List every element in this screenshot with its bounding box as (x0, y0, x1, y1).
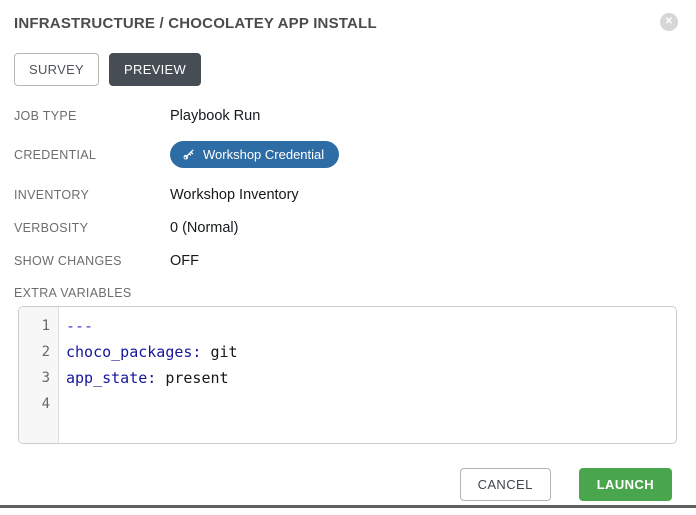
line-number: 2 (19, 339, 50, 365)
detail-row-verbosity: VERBOSITY 0 (Normal) (14, 220, 696, 236)
show-changes-label: SHOW CHANGES (14, 254, 170, 268)
job-type-label: JOB TYPE (14, 109, 170, 123)
yaml-doc-start: --- (66, 317, 93, 335)
launch-button[interactable]: LAUNCH (579, 468, 672, 501)
verbosity-value: 0 (Normal) (170, 220, 238, 236)
cancel-button[interactable]: CANCEL (460, 468, 551, 501)
detail-row-show-changes: SHOW CHANGES OFF (14, 253, 696, 269)
line-number: 3 (19, 365, 50, 391)
credential-tag[interactable]: Workshop Credential (170, 141, 339, 168)
job-launch-preview-modal: INFRASTRUCTURE / CHOCOLATEY APP INSTALL … (0, 0, 696, 515)
inventory-label: INVENTORY (14, 188, 170, 202)
code-line: app_state: present (66, 365, 676, 391)
job-details: JOB TYPE Playbook Run CREDENTIAL Worksho… (14, 108, 696, 269)
detail-row-inventory: INVENTORY Workshop Inventory (14, 187, 696, 203)
line-number: 1 (19, 313, 50, 339)
extra-variables-label: EXTRA VARIABLES (14, 286, 696, 300)
verbosity-label: VERBOSITY (14, 221, 170, 235)
tab-preview[interactable]: PREVIEW (109, 53, 201, 86)
code-line (66, 391, 676, 417)
editor-gutter: 1 2 3 4 (19, 307, 59, 443)
key-icon (182, 148, 195, 161)
inventory-value: Workshop Inventory (170, 187, 299, 203)
job-type-value: Playbook Run (170, 108, 260, 124)
tab-bar: SURVEY PREVIEW (14, 53, 696, 86)
action-bar: CANCEL LAUNCH (0, 468, 672, 501)
close-glyph: ✕ (665, 17, 673, 27)
line-number: 4 (19, 391, 50, 417)
editor-code-area[interactable]: --- choco_packages: git app_state: prese… (59, 307, 676, 443)
credential-tag-label: Workshop Credential (203, 147, 324, 162)
code-line: choco_packages: git (66, 339, 676, 365)
page-title: INFRASTRUCTURE / CHOCOLATEY APP INSTALL (14, 15, 377, 33)
modal-header: INFRASTRUCTURE / CHOCOLATEY APP INSTALL … (0, 0, 696, 33)
extra-variables-editor[interactable]: 1 2 3 4 --- choco_packages: git app_stat… (18, 306, 677, 444)
yaml-key: choco_packages: (66, 343, 201, 361)
yaml-value: git (201, 343, 237, 361)
detail-row-credential: CREDENTIAL Workshop Credential (14, 141, 696, 168)
yaml-key: app_state: (66, 369, 156, 387)
show-changes-value: OFF (170, 253, 199, 269)
page-bottom-divider (0, 505, 696, 508)
yaml-value: present (156, 369, 228, 387)
close-icon[interactable]: ✕ (660, 13, 678, 31)
detail-row-job-type: JOB TYPE Playbook Run (14, 108, 696, 124)
tab-survey[interactable]: SURVEY (14, 53, 99, 86)
code-line: --- (66, 313, 676, 339)
credential-label: CREDENTIAL (14, 148, 170, 162)
